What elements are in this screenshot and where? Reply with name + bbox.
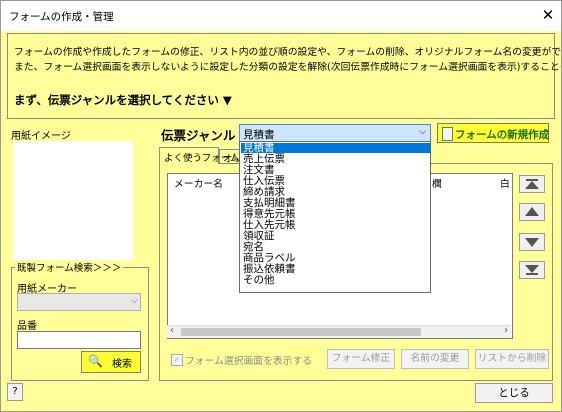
genre-option[interactable]: 振込依頼書 — [241, 264, 431, 275]
move-down-button[interactable] — [519, 233, 545, 251]
genre-option[interactable]: 得意先元帳 — [241, 209, 431, 220]
description-line-1: フォームの作成や作成したフォームの修正、リスト内の並び順の設定や、フォームの削除… — [14, 47, 562, 58]
genre-select[interactable]: 見積書 ⌵ — [239, 124, 431, 142]
window-title: フォームの作成・管理 — [9, 11, 114, 23]
genre-option[interactable]: 支払明細書 — [241, 198, 431, 209]
show-select-checkbox[interactable]: ✓ — [171, 354, 183, 366]
genre-option[interactable]: 商品ラベル — [241, 253, 431, 264]
part-number-input[interactable] — [17, 331, 141, 349]
genre-option[interactable]: 領収証 — [241, 231, 431, 242]
genre-option[interactable]: 宛名 — [241, 242, 431, 253]
title-bar: フォームの作成・管理 ✕ — [1, 1, 561, 31]
move-top-button[interactable] — [519, 175, 545, 193]
column-header[interactable]: 白 — [500, 176, 510, 190]
show-select-label: フォーム選択画面を表示する — [185, 356, 313, 367]
tab-frequent-forms[interactable]: よく使うフォーム — [159, 147, 240, 164]
column-header[interactable]: 欄 — [432, 176, 442, 190]
move-up-icon — [525, 207, 539, 216]
maker-select[interactable]: ⌵ — [17, 293, 141, 311]
genre-option[interactable]: 注文書 — [241, 165, 431, 176]
scroll-right-icon[interactable]: › — [504, 325, 508, 336]
magnifier-icon: 🔍 — [88, 354, 103, 368]
genre-option[interactable]: その他 — [241, 275, 431, 286]
genre-option[interactable]: 仕入先元帳 — [241, 220, 431, 231]
instruction-text: まず、伝票ジャンルを選択してください ▼ — [14, 93, 232, 107]
chevron-down-icon: ⌵ — [131, 296, 138, 306]
move-bottom-button[interactable] — [519, 261, 545, 279]
move-down-icon — [525, 238, 539, 247]
genre-select-value: 見積書 — [243, 129, 275, 141]
scroll-thumb[interactable] — [181, 328, 421, 336]
move-up-button[interactable] — [519, 203, 545, 221]
close-icon[interactable]: ✕ — [537, 4, 559, 26]
genre-dropdown-list: 見積書 売上伝票 注文書 仕入伝票 締め請求 支払明細書 得意先元帳 仕入先元帳… — [239, 141, 431, 293]
genre-option[interactable]: 売上伝票 — [241, 154, 431, 165]
genre-option[interactable]: 締め請求 — [241, 187, 431, 198]
edit-form-button[interactable]: フォーム修正 — [327, 349, 395, 369]
document-icon — [442, 127, 453, 141]
chevron-down-icon: ⌵ — [419, 127, 426, 137]
preview-label: 用紙イメージ — [11, 131, 71, 142]
new-form-button[interactable]: フォームの新規作成 — [437, 123, 549, 143]
close-button[interactable]: とじる — [475, 383, 553, 403]
description-line-2: また、フォーム選択画面を表示しないように設定した分類の設定を解除(次回伝票作成時… — [14, 62, 562, 73]
move-top-icon — [525, 179, 539, 189]
new-form-button-label: フォームの新規作成 — [455, 129, 550, 141]
search-group-title: 既製フォーム検索＞＞＞ — [15, 260, 124, 274]
move-bottom-icon — [525, 265, 539, 275]
genre-option[interactable]: 見積書 — [241, 143, 431, 154]
horizontal-scrollbar[interactable]: ‹ › — [167, 325, 511, 338]
part-number-label: 品番 — [17, 321, 37, 332]
genre-label: 伝票ジャンル — [161, 128, 236, 143]
genre-option[interactable]: 仕入伝票 — [241, 176, 431, 187]
delete-from-list-button[interactable]: リストから削除 — [475, 349, 549, 369]
search-button[interactable]: 🔍 検索 — [81, 351, 141, 373]
scroll-left-icon[interactable]: ‹ — [170, 325, 174, 336]
description-panel: フォームの作成や作成したフォームの修正、リスト内の並び順の設定や、フォームの削除… — [7, 33, 561, 119]
rename-button[interactable]: 名前の変更 — [401, 349, 469, 369]
search-button-label: 検索 — [112, 359, 132, 370]
paper-preview — [13, 141, 133, 261]
main-window: フォームの作成・管理 ✕ フォームの作成や作成したフォームの修正、リスト内の並び… — [0, 0, 562, 412]
help-button[interactable]: ? — [7, 383, 23, 401]
column-header-maker[interactable]: メーカー名 — [174, 176, 223, 190]
tab-original-forms[interactable]: オリ — [219, 149, 242, 165]
